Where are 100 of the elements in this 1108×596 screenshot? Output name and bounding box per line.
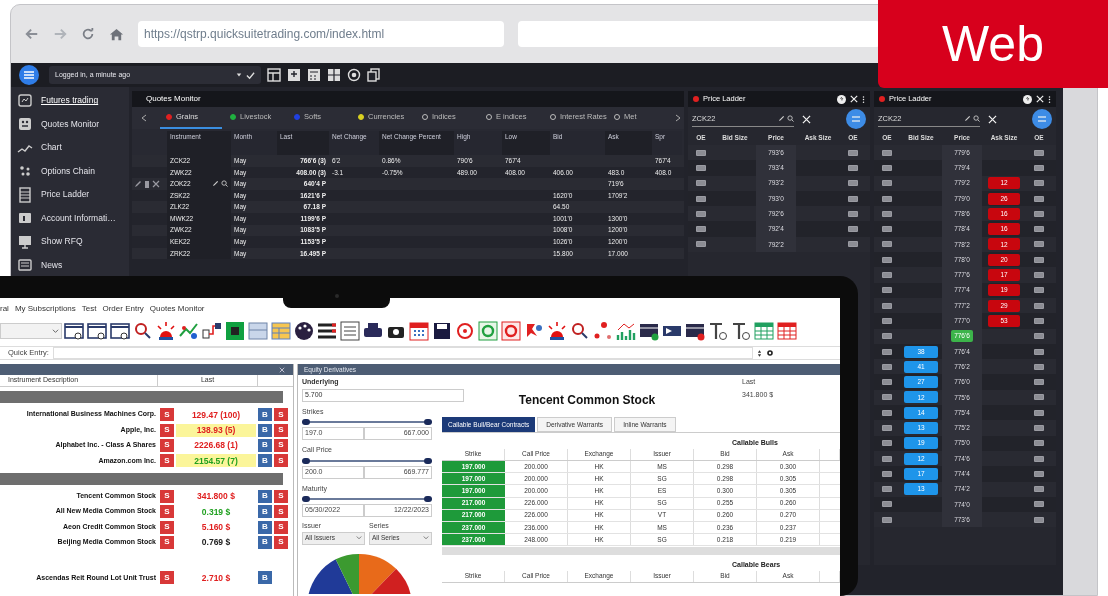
reload-icon[interactable] [81,27,95,41]
save-icon[interactable] [431,320,453,342]
order-entry-icon[interactable] [1034,516,1044,523]
sidebar-item[interactable]: Futures trading [41,94,99,108]
address-bar[interactable]: https://qstrp.quicksuitetrading.com/index.html [138,21,504,47]
order-entry-icon[interactable] [1034,180,1044,187]
palette-icon[interactable] [293,320,315,342]
order-entry-icon[interactable] [1034,210,1044,217]
buy-button[interactable]: B [258,454,272,468]
menu-icon[interactable] [846,109,866,129]
sell-button[interactable]: S [274,505,288,519]
order-entry-icon[interactable] [1034,440,1044,447]
buy-button[interactable]: B [258,535,272,549]
window-icon[interactable] [109,320,131,342]
back-icon[interactable] [25,27,39,41]
buy-button[interactable]: B [258,489,272,503]
ring-icon[interactable] [477,320,499,342]
buy-button[interactable]: B [258,505,272,519]
chevron-right-icon[interactable] [674,114,682,122]
order-entry-icon[interactable] [882,226,892,233]
sell-button[interactable]: S [160,408,174,422]
chip-icon[interactable] [224,320,246,342]
order-entry-icon[interactable] [848,149,858,156]
order-entry-icon[interactable] [848,195,858,202]
sell-button[interactable]: S [274,535,288,549]
range-slider[interactable] [302,495,432,503]
order-entry-icon[interactable] [848,180,858,187]
sell-button[interactable]: S [160,505,174,519]
order-entry-icon[interactable] [1034,363,1044,370]
sidebar-item[interactable]: News [41,258,63,272]
sidebar-item[interactable]: Chart [41,141,62,155]
buy-button[interactable]: B [258,438,272,452]
calendar-icon[interactable] [408,320,430,342]
order-entry-icon[interactable] [882,516,892,523]
order-entry-icon[interactable] [882,394,892,401]
spinner-icon[interactable] [756,348,762,358]
menu-item[interactable]: Test [81,303,97,315]
menu-item[interactable]: Order Entry [102,303,144,315]
letter-t-icon[interactable] [707,320,729,342]
order-entry-icon[interactable] [696,180,706,187]
order-entry-icon[interactable] [1034,317,1044,324]
order-entry-icon[interactable] [1034,333,1044,340]
window-icon[interactable] [63,320,85,342]
sell-button[interactable]: S [160,423,174,437]
range-slider[interactable] [302,418,432,426]
sidebar-item[interactable]: Show RFQ [41,235,83,249]
order-entry-icon[interactable] [882,180,892,187]
order-entry-icon[interactable] [882,287,892,294]
help-icon[interactable] [1023,94,1032,104]
order-entry-icon[interactable] [848,210,858,217]
sell-button[interactable]: S [274,520,288,534]
order-entry-icon[interactable] [1034,256,1044,263]
order-entry-icon[interactable] [1034,455,1044,462]
order-entry-icon[interactable] [882,470,892,477]
order-entry-icon[interactable] [882,164,892,171]
menu-item[interactable]: My Subscriptions [14,303,76,315]
buy-button[interactable]: B [258,423,272,437]
pencil-icon[interactable] [964,115,971,122]
sliders-icon[interactable] [339,320,361,342]
menu-icon[interactable] [19,65,39,85]
calculator-icon[interactable] [307,68,321,82]
order-entry-icon[interactable] [1034,302,1044,309]
order-entry-icon[interactable] [1034,226,1044,233]
search-field[interactable] [518,21,880,47]
sell-button[interactable]: S [160,454,174,468]
order-entry-icon[interactable] [1034,501,1044,508]
order-entry-icon[interactable] [882,149,892,156]
buy-button[interactable]: B [258,571,272,585]
order-entry-icon[interactable] [1034,409,1044,416]
order-entry-icon[interactable] [696,149,706,156]
window-icon[interactable] [86,320,108,342]
order-entry-icon[interactable] [696,210,706,217]
letter-t-icon[interactable] [730,320,752,342]
order-entry-icon[interactable] [1034,241,1044,248]
order-entry-icon[interactable] [696,241,706,248]
sell-button[interactable]: S [274,438,288,452]
order-entry-icon[interactable] [882,241,892,248]
menu-item[interactable]: ral [0,303,9,315]
order-entry-icon[interactable] [1034,164,1044,171]
range-slider[interactable] [302,456,432,465]
order-entry-icon[interactable] [882,195,892,202]
grid-icon[interactable] [327,68,341,82]
search-icon[interactable] [973,115,980,122]
window-plus-icon[interactable] [287,68,301,82]
copy-icon[interactable] [367,68,381,82]
order-entry-icon[interactable] [882,379,892,386]
nodes-icon[interactable] [201,320,223,342]
pencil-icon[interactable] [212,180,219,188]
pencil-icon[interactable] [778,115,785,122]
spreadsheet-icon[interactable] [776,320,798,342]
order-entry-icon[interactable] [882,333,892,340]
sidebar-item[interactable]: Price Ladder [41,188,90,202]
chevron-left-icon[interactable] [140,114,148,122]
scrollbar[interactable] [442,547,840,556]
sell-button[interactable]: S [160,520,174,534]
order-entry-icon[interactable] [882,486,892,493]
buy-button[interactable]: B [258,520,272,534]
sell-button[interactable]: S [274,489,288,503]
order-entry-icon[interactable] [882,317,892,324]
home-icon[interactable] [109,26,124,42]
